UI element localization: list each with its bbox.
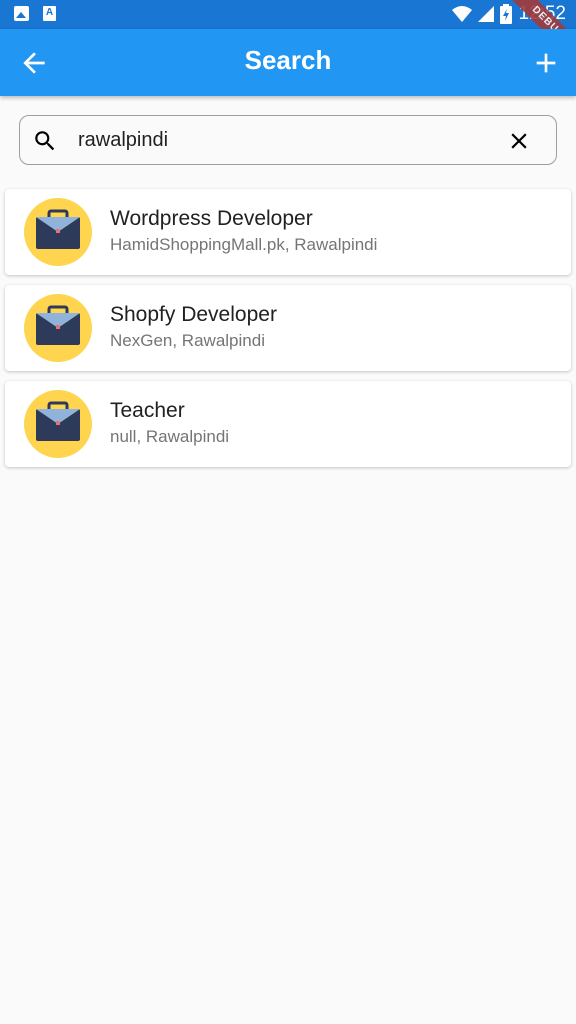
avatar [24, 198, 92, 266]
job-subtitle: null, Rawalpindi [110, 427, 230, 446]
job-subtitle: HamidShoppingMall.pk, Rawalpindi [110, 235, 378, 254]
battery-icon [500, 4, 513, 24]
page-title: Search [244, 45, 332, 75]
close-icon [511, 133, 527, 149]
briefcase-icon [36, 401, 80, 441]
signal-icon [478, 6, 495, 22]
avatar [24, 294, 92, 362]
job-list-item[interactable]: Teacher null, Rawalpindi [5, 381, 571, 467]
results-list: Wordpress Developer HamidShoppingMall.pk… [5, 189, 571, 477]
wifi-icon [452, 6, 473, 22]
search-field [19, 115, 557, 165]
job-list-item[interactable]: Shopfy Developer NexGen, Rawalpindi [5, 285, 571, 371]
a-app-icon: A [43, 6, 56, 21]
job-subtitle: NexGen, Rawalpindi [110, 331, 265, 350]
briefcase-icon [36, 209, 80, 249]
add-button[interactable] [530, 47, 562, 79]
search-icon [35, 131, 55, 151]
avatar [24, 390, 92, 458]
job-list-item[interactable]: Wordpress Developer HamidShoppingMall.pk… [5, 189, 571, 275]
job-title: Wordpress Developer [110, 207, 313, 230]
plus-icon [536, 53, 556, 73]
search-input[interactable] [78, 126, 498, 154]
briefcase-icon [36, 305, 80, 345]
job-title: Shopfy Developer [110, 303, 277, 326]
status-bar: A 12:52 DEBUG [0, 0, 576, 72]
job-title: Teacher [110, 399, 185, 422]
app-bar: Search [0, 29, 576, 96]
image-icon [14, 6, 29, 21]
clear-search-button[interactable] [506, 128, 532, 154]
